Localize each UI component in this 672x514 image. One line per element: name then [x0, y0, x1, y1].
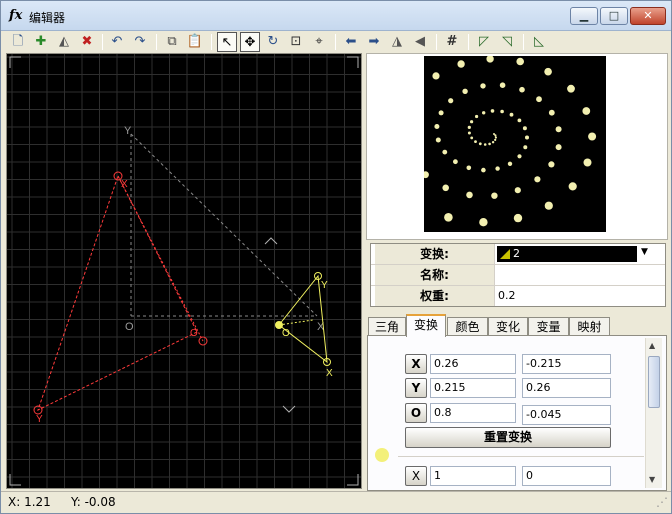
- transform-properties: 变换: 2 ▼ 名称: 权重: 0.2: [370, 243, 666, 307]
- o-a-input[interactable]: 0.8: [430, 403, 516, 423]
- origin-button[interactable]: O: [405, 403, 427, 423]
- resize-grip-icon[interactable]: ⋰: [656, 495, 668, 509]
- status-y-coord: Y: -0.08: [71, 495, 116, 509]
- y-axis-button[interactable]: Y: [405, 378, 427, 398]
- triangle-icon: [500, 249, 510, 259]
- preview-spiral: [422, 55, 597, 227]
- yellow-y-label: Y: [321, 280, 328, 291]
- editor-tabs: 三角 变换 颜色 变化 变量 映射: [367, 314, 667, 337]
- x-axis-button[interactable]: X: [405, 354, 427, 374]
- post-x-b-input[interactable]: 0: [522, 466, 611, 486]
- tab-transform[interactable]: 变换: [406, 314, 446, 337]
- rotate-right-icon[interactable]: ➡: [364, 32, 384, 52]
- tab-variations[interactable]: 变化: [488, 317, 528, 336]
- fit-icon[interactable]: ⌖: [309, 32, 329, 52]
- red-x-label: X: [121, 179, 128, 190]
- red-o-label: O: [190, 328, 198, 339]
- ref-y-label: Y: [124, 125, 132, 137]
- canvas-svg[interactable]: Y O X X O Y Y O X: [7, 54, 361, 488]
- flame-preview-panel: [366, 53, 668, 240]
- color-indicator-icon: [375, 448, 389, 462]
- triangle-editor-canvas[interactable]: Y O X X O Y Y O X: [6, 53, 362, 489]
- status-x-coord: X: 1.21: [8, 495, 51, 509]
- transform-tab-panel: X 0.26 -0.215 Y 0.215 0.26 O 0.8 -0.045 …: [367, 335, 667, 491]
- app-fx-icon: fx: [9, 8, 23, 23]
- status-bar: X: 1.21 Y: -0.08 ⋰: [1, 491, 671, 513]
- add-xform-icon[interactable]: ✚: [31, 32, 51, 52]
- yellow-o-label: O: [282, 328, 290, 339]
- red-y-label: Y: [36, 414, 43, 425]
- weight-field[interactable]: 0.2: [496, 286, 665, 306]
- minimize-button[interactable]: ▁: [570, 7, 598, 25]
- new-icon[interactable]: 🗋: [8, 32, 28, 52]
- corner-brackets: [9, 56, 359, 486]
- select-pointer-icon[interactable]: ↖: [217, 32, 237, 52]
- name-label: 名称:: [375, 265, 495, 285]
- transform-label: 变换:: [375, 244, 495, 264]
- tab-mapping[interactable]: 映射: [569, 317, 610, 336]
- post-x-axis-button[interactable]: X: [405, 466, 427, 486]
- scroll-up-icon[interactable]: ▲: [649, 341, 655, 350]
- ref-origin-label: O: [125, 321, 134, 333]
- rotate-left-icon[interactable]: ⬅: [341, 32, 361, 52]
- grid-icon[interactable]: #: [442, 32, 462, 52]
- x-a-input[interactable]: 0.26: [430, 354, 516, 374]
- reset-transform-button[interactable]: 重置变换: [405, 427, 611, 448]
- scroll-down-icon[interactable]: ▼: [649, 475, 655, 484]
- editor-window: fx 编辑器 ▁ □ ✕ 🗋 ✚ ◭ ✖ ↶ ↷ ⧉ 📋 ↖ ✥ ↻ ⊡ ⌖ ⬅…: [0, 0, 672, 514]
- weight-label: 权重:: [375, 286, 495, 306]
- window-title: 编辑器: [29, 11, 66, 25]
- duplicate-xform-icon[interactable]: ◭: [54, 32, 74, 52]
- tab-color[interactable]: 颜色: [447, 317, 488, 336]
- transform-select[interactable]: 2: [497, 246, 637, 262]
- canvas-grid: [7, 54, 361, 488]
- scrollbar-thumb[interactable]: [648, 356, 660, 408]
- x-b-input[interactable]: -0.215: [522, 354, 611, 374]
- toolbar: 🗋 ✚ ◭ ✖ ↶ ↷ ⧉ 📋 ↖ ✥ ↻ ⊡ ⌖ ⬅ ➡ ◮ ◀ # ◸ ◹ …: [1, 31, 671, 53]
- close-button[interactable]: ✕: [630, 7, 666, 25]
- paste-icon[interactable]: 📋: [185, 32, 205, 52]
- y-b-input[interactable]: 0.26: [522, 378, 611, 398]
- yellow-x-label: X: [326, 368, 333, 379]
- post-transform-icon[interactable]: ◸: [474, 32, 494, 52]
- final-transform-icon[interactable]: ◺: [529, 32, 549, 52]
- flip-horizontal-icon[interactable]: ◮: [387, 32, 407, 52]
- move-icon[interactable]: ✥: [240, 32, 260, 52]
- delete-xform-icon[interactable]: ✖: [77, 32, 97, 52]
- scale-icon[interactable]: ⊡: [286, 32, 306, 52]
- flame-preview-image: [422, 55, 606, 232]
- o-b-input[interactable]: -0.045: [522, 405, 611, 425]
- name-field[interactable]: [496, 265, 665, 285]
- redo-icon[interactable]: ↷: [130, 32, 150, 52]
- title-bar[interactable]: fx 编辑器 ▁ □ ✕: [1, 1, 671, 31]
- transform-select-value: 2: [513, 247, 520, 260]
- chevron-down-icon[interactable]: ▼: [641, 247, 648, 257]
- tab-triangle[interactable]: 三角: [368, 317, 406, 336]
- tab-variables[interactable]: 变量: [528, 317, 569, 336]
- post-x-a-input[interactable]: 1: [430, 466, 516, 486]
- yellow-triangle[interactable]: Y O X: [275, 272, 334, 380]
- pre-transform-icon[interactable]: ◹: [497, 32, 517, 52]
- red-triangle[interactable]: X O Y: [33, 171, 208, 425]
- undo-icon[interactable]: ↶: [107, 32, 127, 52]
- flip-vertical-icon[interactable]: ◀: [410, 32, 430, 52]
- maximize-button[interactable]: □: [600, 7, 628, 25]
- vertical-scrollbar[interactable]: ▲ ▼: [645, 338, 662, 488]
- y-a-input[interactable]: 0.215: [430, 378, 516, 398]
- copy-icon[interactable]: ⧉: [162, 32, 182, 52]
- rotate-icon[interactable]: ↻: [263, 32, 283, 52]
